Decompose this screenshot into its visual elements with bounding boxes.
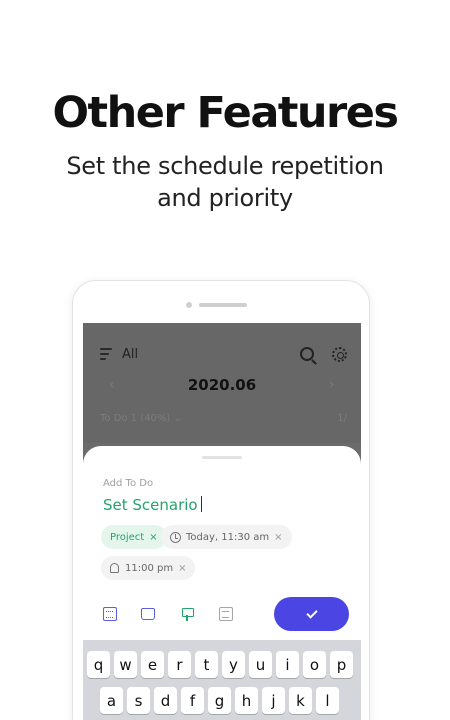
remove-time-icon[interactable]: ×: [274, 532, 282, 543]
remove-alarm-icon[interactable]: ×: [178, 563, 186, 574]
key-l[interactable]: l: [316, 687, 339, 714]
menu-icon[interactable]: [100, 348, 114, 360]
calendar-icon[interactable]: [103, 607, 117, 621]
check-icon: [305, 606, 318, 619]
task-text: Set Scenario: [103, 496, 198, 514]
key-e[interactable]: e: [141, 651, 164, 678]
key-k[interactable]: k: [289, 687, 312, 714]
promo-subtitle-line2: and priority: [157, 184, 293, 212]
key-o[interactable]: o: [303, 651, 326, 678]
text-caret: [200, 496, 202, 512]
todo-section-label[interactable]: To Do 1 (40%) ⌄: [100, 413, 182, 424]
pin-icon[interactable]: [180, 607, 194, 621]
task-input[interactable]: Set Scenario: [103, 496, 202, 514]
promo-title: Other Features: [52, 88, 399, 138]
key-h[interactable]: h: [235, 687, 258, 714]
alarm-chip-label: 11:00 pm: [125, 562, 174, 574]
key-t[interactable]: t: [195, 651, 218, 678]
key-y[interactable]: y: [222, 651, 245, 678]
app-header: All ‹ 2020.06 › To Do 1 (40%) ⌄ 1/: [83, 323, 361, 443]
sheet-handle[interactable]: [202, 456, 242, 459]
keyboard: q w e r t y u i o p a s d f g h j k l: [83, 640, 361, 720]
save-button[interactable]: [274, 597, 349, 631]
memo-icon[interactable]: [219, 607, 233, 621]
key-u[interactable]: u: [249, 651, 272, 678]
gear-icon[interactable]: [332, 347, 347, 362]
key-p[interactable]: p: [330, 651, 353, 678]
clock-icon: [170, 531, 181, 543]
camera-dot: [186, 302, 192, 308]
alarm-chip[interactable]: 11:00 pm ×: [101, 556, 196, 580]
key-a[interactable]: a: [100, 687, 123, 714]
key-g[interactable]: g: [208, 687, 231, 714]
key-j[interactable]: j: [262, 687, 285, 714]
project-chip-label: Project: [110, 531, 145, 543]
key-r[interactable]: r: [168, 651, 191, 678]
filter-label[interactable]: All: [122, 347, 138, 362]
time-chip-label: Today, 11:30 am: [186, 531, 270, 543]
month-title: 2020.06: [187, 376, 257, 394]
promo-subtitle-line1: Set the schedule repetition: [66, 152, 384, 180]
todo-section-count: 1/: [337, 413, 347, 424]
next-month-button[interactable]: ›: [329, 377, 335, 393]
phone-frame: All ‹ 2020.06 › To Do 1 (40%) ⌄ 1/ Add T…: [72, 280, 370, 720]
bell-icon: [110, 563, 119, 573]
key-i[interactable]: i: [276, 651, 299, 678]
key-q[interactable]: q: [87, 651, 110, 678]
speaker-slot: [199, 303, 247, 307]
key-w[interactable]: w: [114, 651, 137, 678]
project-chip[interactable]: Project ×: [101, 525, 167, 549]
time-chip[interactable]: Today, 11:30 am ×: [161, 525, 292, 549]
sheet-title: Add To Do: [103, 478, 154, 489]
folder-icon[interactable]: [141, 608, 155, 620]
key-d[interactable]: d: [154, 687, 177, 714]
key-f[interactable]: f: [181, 687, 204, 714]
add-todo-sheet: Add To Do Set Scenario Project × Today, …: [83, 446, 361, 720]
remove-project-icon[interactable]: ×: [149, 532, 157, 543]
app-screen: All ‹ 2020.06 › To Do 1 (40%) ⌄ 1/ Add T…: [83, 323, 361, 720]
key-s[interactable]: s: [127, 687, 150, 714]
search-icon[interactable]: [300, 347, 314, 361]
